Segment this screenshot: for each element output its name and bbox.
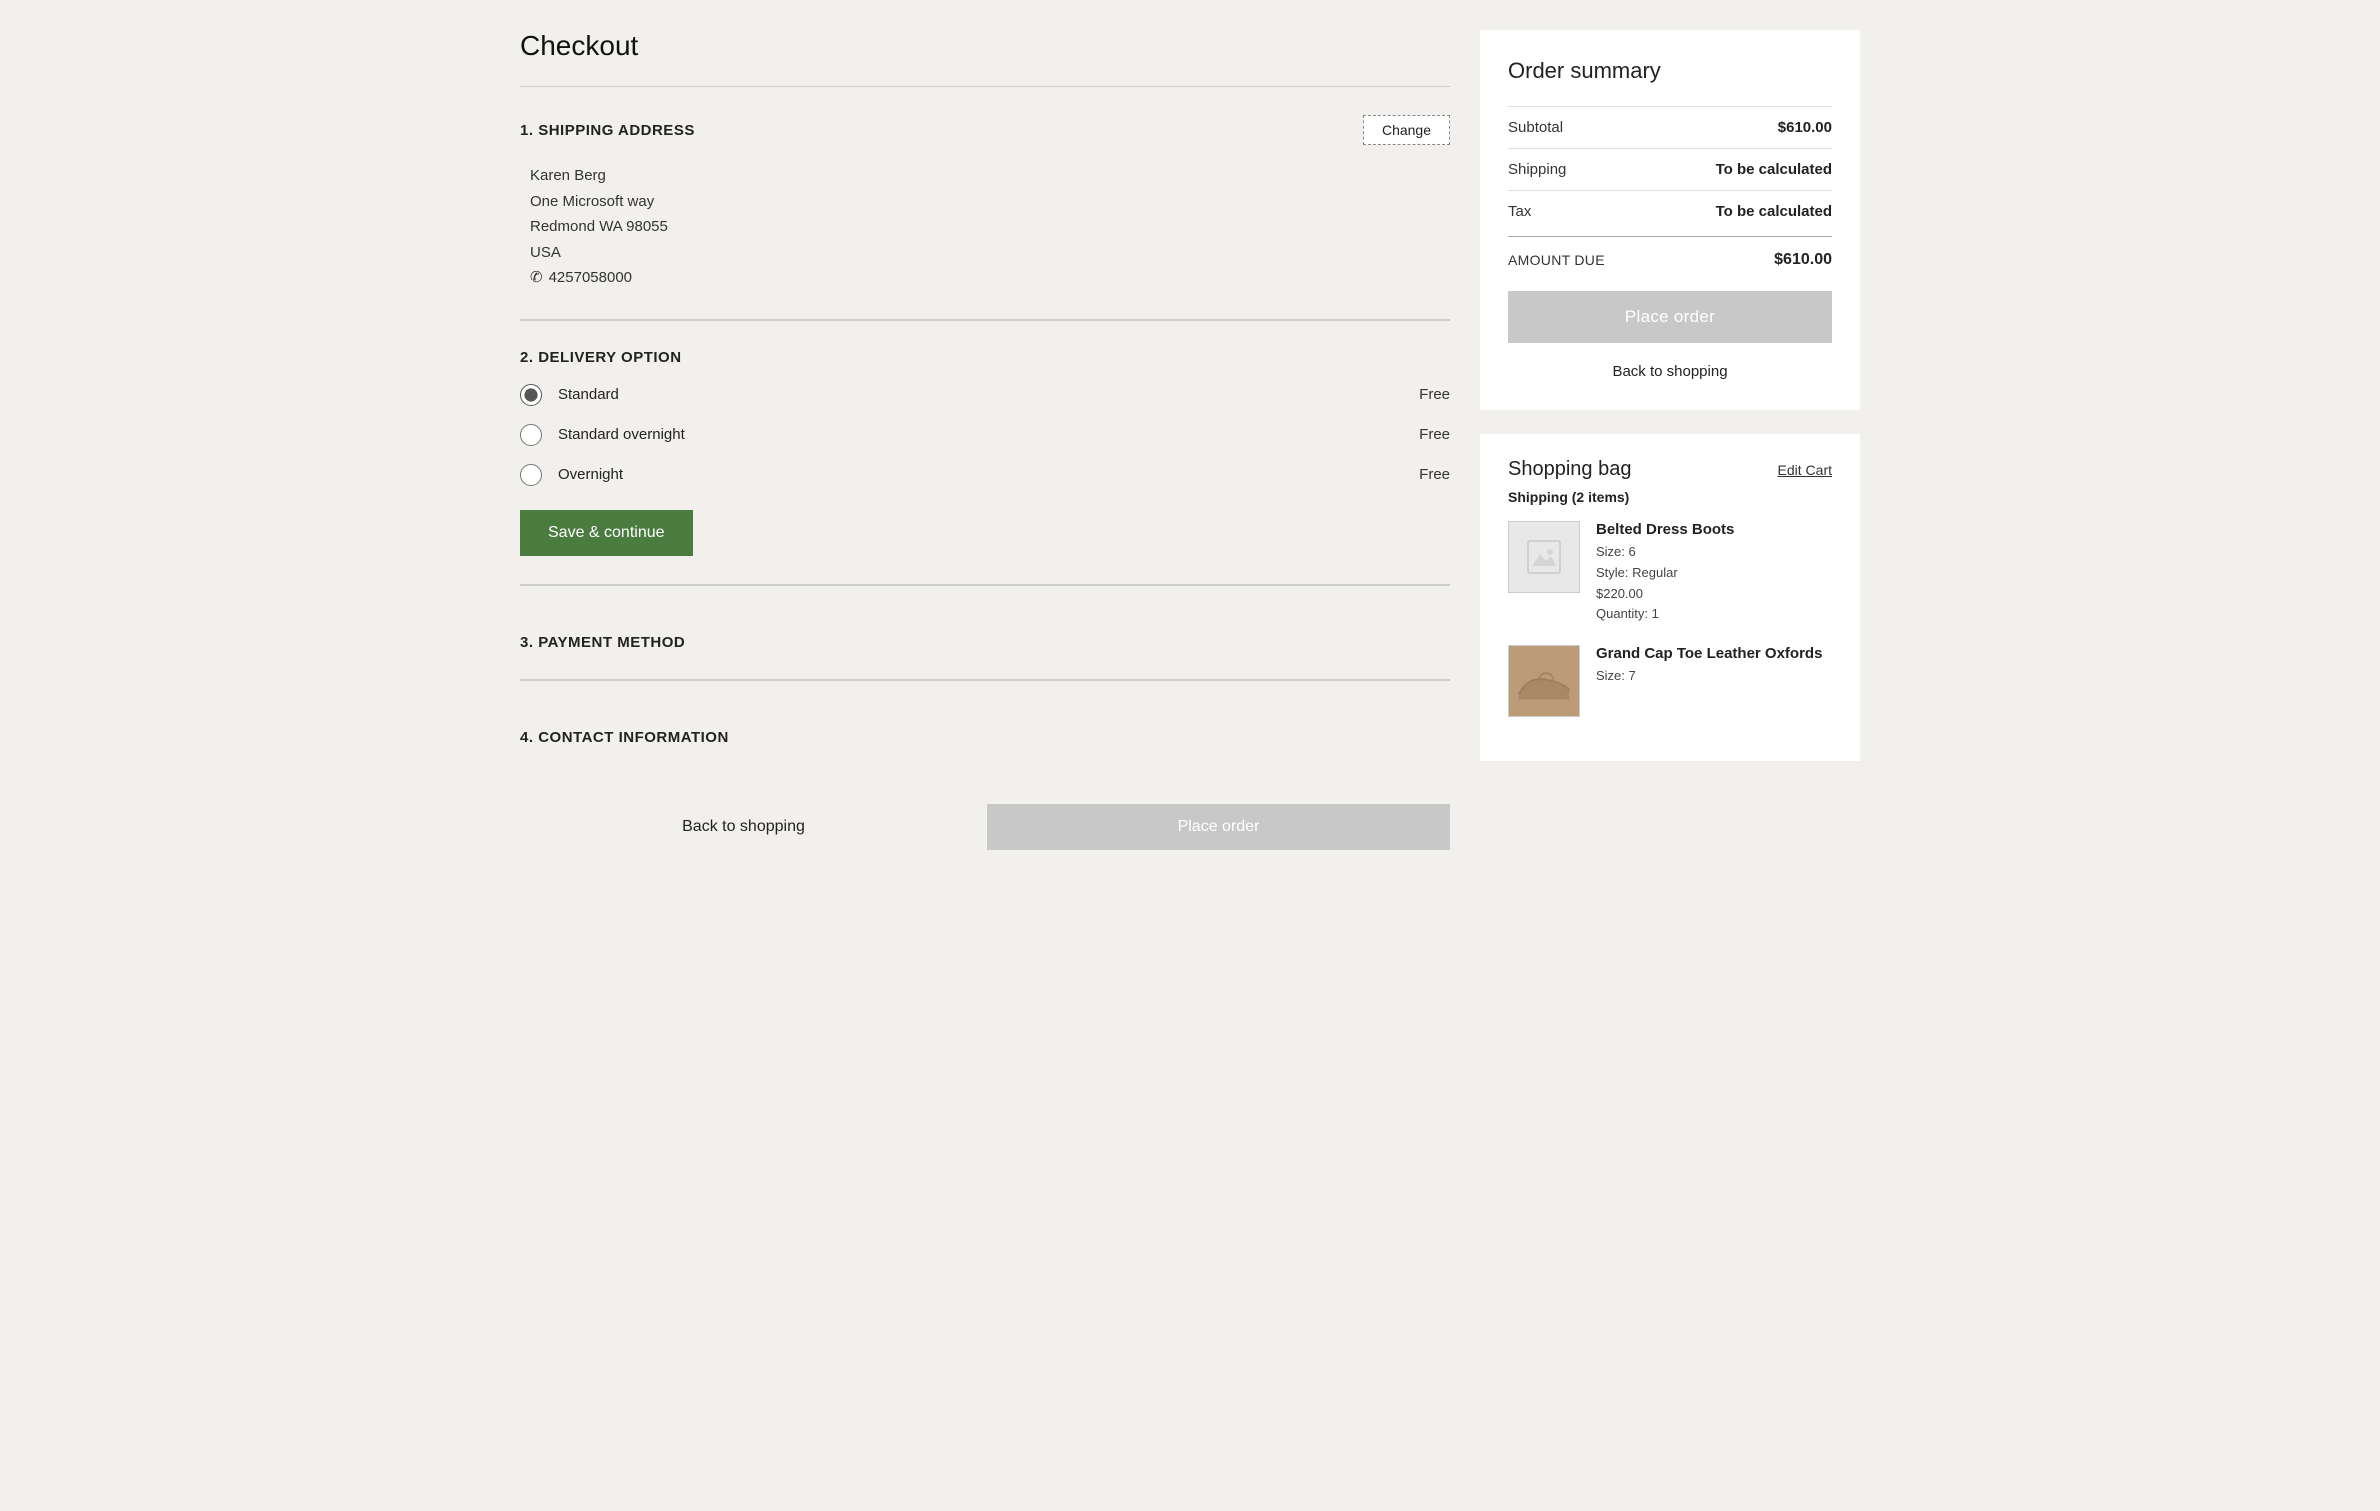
payment-section-title: 3. PAYMENT METHOD xyxy=(520,614,1450,651)
tax-value: To be calculated xyxy=(1716,203,1832,220)
address-phone: ✆ 4257058000 xyxy=(530,265,1450,291)
shipping-section-title: 1. SHIPPING ADDRESS xyxy=(520,122,695,139)
phone-icon: ✆ xyxy=(530,265,543,291)
address-name: Karen Berg xyxy=(530,163,1450,189)
cart-item-2-meta: Size: 7 xyxy=(1596,666,1832,687)
tax-label: Tax xyxy=(1508,203,1531,220)
shopping-bag-title: Shopping bag xyxy=(1508,458,1631,481)
shopping-bag-card: Shopping bag Edit Cart Shipping (2 items… xyxy=(1480,434,1860,761)
delivery-option-section: 2. DELIVERY OPTION Standard Free Standar… xyxy=(520,320,1450,584)
cart-item-2-image xyxy=(1508,645,1580,717)
delivery-radio-standard[interactable] xyxy=(520,384,542,406)
amount-due-row: AMOUNT DUE $610.00 xyxy=(1508,236,1832,269)
page-title: Checkout xyxy=(520,30,1450,62)
shopping-bag-header: Shopping bag Edit Cart xyxy=(1508,458,1832,481)
address-country: USA xyxy=(530,240,1450,266)
tax-row: Tax To be calculated xyxy=(1508,190,1832,232)
bottom-actions: Back to shopping Place order xyxy=(520,804,1450,850)
address-city: Redmond WA 98055 xyxy=(530,214,1450,240)
cart-item-1-style: Style: Regular xyxy=(1596,563,1832,584)
sidebar: Order summary Subtotal $610.00 Shipping … xyxy=(1480,30,1860,761)
delivery-option-standard[interactable]: Standard Free xyxy=(520,384,1450,406)
payment-method-section: 3. PAYMENT METHOD xyxy=(520,585,1450,679)
cart-item-2-details: Grand Cap Toe Leather Oxfords Size: 7 xyxy=(1596,645,1832,717)
amount-due-label: AMOUNT DUE xyxy=(1508,252,1605,268)
back-to-shopping-button-bottom[interactable]: Back to shopping xyxy=(520,804,967,850)
delivery-option-overnight-label: Overnight xyxy=(558,466,1403,483)
cart-item-1-name: Belted Dress Boots xyxy=(1596,521,1832,538)
delivery-option-standard-label: Standard xyxy=(558,386,1403,403)
shipping-row: Shipping To be calculated xyxy=(1508,148,1832,190)
shipping-value: To be calculated xyxy=(1716,161,1832,178)
delivery-option-standard-overnight-price: Free xyxy=(1419,426,1450,443)
cart-item-1-price: $220.00 xyxy=(1596,584,1832,605)
amount-due-value: $610.00 xyxy=(1774,251,1832,269)
delivery-radio-standard-overnight[interactable] xyxy=(520,424,542,446)
edit-cart-button[interactable]: Edit Cart xyxy=(1778,462,1832,478)
delivery-option-standard-price: Free xyxy=(1419,386,1450,403)
place-order-button[interactable]: Place order xyxy=(1508,291,1832,343)
save-continue-button[interactable]: Save & continue xyxy=(520,510,693,556)
cart-item-2-name: Grand Cap Toe Leather Oxfords xyxy=(1596,645,1832,662)
delivery-options-list: Standard Free Standard overnight Free Ov… xyxy=(520,384,1450,486)
back-to-shopping-button[interactable]: Back to shopping xyxy=(1508,357,1832,386)
delivery-option-overnight-price: Free xyxy=(1419,466,1450,483)
delivery-section-title: 2. DELIVERY OPTION xyxy=(520,349,682,366)
shipping-label: Shipping xyxy=(1508,161,1566,178)
shipping-address-section: 1. SHIPPING ADDRESS Change Karen Berg On… xyxy=(520,86,1450,319)
cart-item-2-size: Size: 7 xyxy=(1596,666,1832,687)
cart-item-1-meta: Size: 6 Style: Regular $220.00 Quantity:… xyxy=(1596,542,1832,625)
cart-item-1-details: Belted Dress Boots Size: 6 Style: Regula… xyxy=(1596,521,1832,625)
address-street: One Microsoft way xyxy=(530,189,1450,215)
order-summary-card: Order summary Subtotal $610.00 Shipping … xyxy=(1480,30,1860,410)
subtotal-value: $610.00 xyxy=(1778,119,1832,136)
place-order-button-bottom[interactable]: Place order xyxy=(987,804,1450,850)
cart-item-1-quantity: Quantity: 1 xyxy=(1596,604,1832,625)
delivery-radio-overnight[interactable] xyxy=(520,464,542,486)
delivery-option-standard-overnight[interactable]: Standard overnight Free xyxy=(520,424,1450,446)
shipping-items-label: Shipping (2 items) xyxy=(1508,489,1832,505)
delivery-option-standard-overnight-label: Standard overnight xyxy=(558,426,1403,443)
contact-section-title: 4. CONTACT INFORMATION xyxy=(520,709,1450,746)
address-block: Karen Berg One Microsoft way Redmond WA … xyxy=(520,163,1450,291)
cart-item-1: Belted Dress Boots Size: 6 Style: Regula… xyxy=(1508,521,1832,625)
cart-item-1-image xyxy=(1508,521,1580,593)
subtotal-label: Subtotal xyxy=(1508,119,1563,136)
subtotal-row: Subtotal $610.00 xyxy=(1508,106,1832,148)
order-summary-title: Order summary xyxy=(1508,58,1832,84)
change-address-button[interactable]: Change xyxy=(1363,115,1450,145)
contact-info-section: 4. CONTACT INFORMATION xyxy=(520,680,1450,774)
cart-item-2: Grand Cap Toe Leather Oxfords Size: 7 xyxy=(1508,645,1832,717)
delivery-option-overnight[interactable]: Overnight Free xyxy=(520,464,1450,486)
cart-item-1-size: Size: 6 xyxy=(1596,542,1832,563)
